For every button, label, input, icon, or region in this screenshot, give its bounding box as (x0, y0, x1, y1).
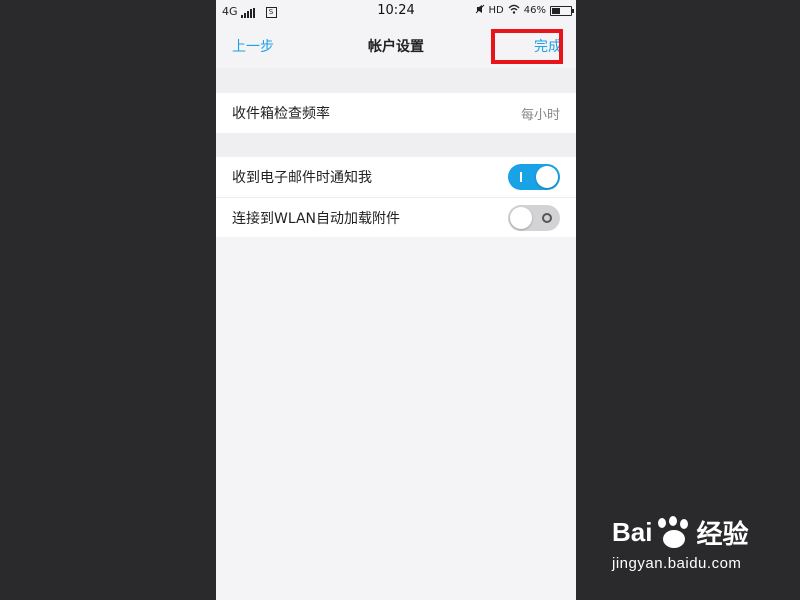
paw-icon (654, 515, 694, 550)
toggle-knob (536, 166, 558, 188)
wlan-download-row: 连接到WLAN自动加载附件 (216, 197, 576, 237)
toggle-off-mark (542, 212, 552, 223)
battery-icon (550, 5, 574, 16)
hd-label: HD (488, 5, 504, 16)
status-right: HD 46% (475, 4, 574, 17)
battery-fill (552, 7, 560, 14)
notify-email-toggle[interactable] (508, 164, 560, 190)
wlan-download-label: 连接到WLAN自动加载附件 (232, 210, 401, 227)
watermark-url: jingyan.baidu.com (612, 555, 742, 572)
notify-email-label: 收到电子邮件时通知我 (232, 170, 372, 186)
status-bar: 4G S 10:24 HD 46% (216, 0, 576, 22)
settings-group-frequency: 收件箱检查频率 每小时 (216, 93, 576, 133)
wifi-icon (508, 4, 520, 17)
phone-screen: 4G S 10:24 HD 46% 上一步 帐户设置 完成 收件箱检查频率 每小… (216, 0, 576, 600)
settings-group-notifications: 收到电子邮件时通知我 连接到WLAN自动加载附件 (216, 157, 576, 237)
watermark-logo: Bai 经验 (612, 514, 782, 551)
toggle-on-mark (520, 172, 522, 182)
screen: 4G S 10:24 HD 46% 上一步 帐户设置 完成 收件箱检查频率 每小… (0, 0, 800, 600)
navigation-bar: 上一步 帐户设置 完成 (216, 22, 576, 68)
section-gap (216, 68, 576, 93)
watermark-brand-right: 经验 (696, 519, 749, 549)
wlan-download-toggle[interactable] (508, 204, 560, 231)
toggle-knob (510, 206, 532, 229)
baidu-jingyan-watermark: Bai 经验 jingyan.baidu.com (612, 514, 782, 584)
mute-icon (475, 4, 485, 17)
notify-email-row: 收到电子邮件时通知我 (216, 157, 576, 197)
watermark-brand-left: Bai (612, 517, 653, 547)
battery-percent: 46% (523, 5, 546, 16)
check-frequency-row[interactable]: 收件箱检查频率 每小时 (216, 93, 576, 133)
done-button[interactable]: 完成 (534, 36, 562, 56)
check-frequency-value: 每小时 (520, 107, 560, 123)
check-frequency-label: 收件箱检查频率 (232, 106, 330, 122)
section-gap (216, 133, 576, 157)
page-title: 帐户设置 (368, 39, 424, 55)
